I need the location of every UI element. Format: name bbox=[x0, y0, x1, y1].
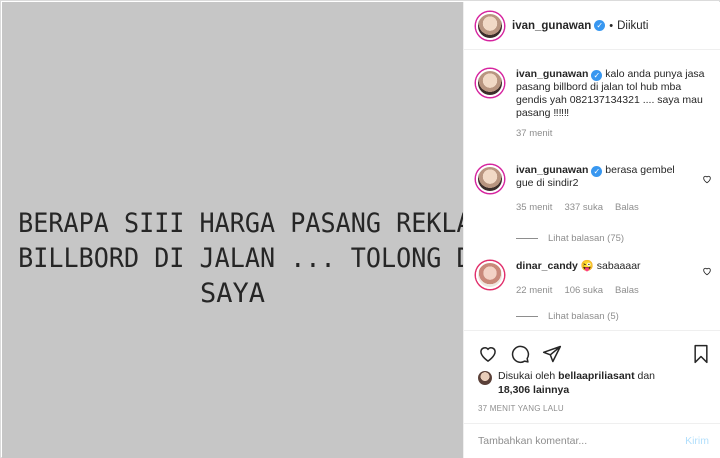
avatar[interactable] bbox=[478, 371, 492, 385]
comment-input-row: Kirim bbox=[464, 424, 720, 458]
comment-item: ivan_gunawan ✓ berasa gembel gue di sindi… bbox=[476, 164, 712, 213]
post-image-text: BERAPA SIII HARGA PASANG REKLAME BILLBOR… bbox=[2, 206, 533, 311]
post-side-panel: ivan_gunawan ✓ • Diikuti ivan_gunawan ✓ k… bbox=[463, 2, 720, 458]
replies-divider bbox=[516, 316, 538, 317]
avatar[interactable] bbox=[476, 165, 504, 193]
view-replies-button[interactable]: Lihat balasan (75) bbox=[516, 233, 624, 244]
view-replies-button[interactable]: Lihat balasan (5) bbox=[516, 311, 619, 322]
liked-by-text: Disukai oleh bellaapriliasant dan 18,306… bbox=[498, 369, 655, 397]
comment-text: ivan_gunawan ✓ berasa gembel gue di sindi… bbox=[516, 164, 692, 190]
reply-button[interactable]: Balas bbox=[615, 202, 639, 213]
post-actions bbox=[478, 342, 710, 366]
reply-button[interactable]: Balas bbox=[615, 285, 639, 296]
view-replies-label: Lihat balasan (5) bbox=[548, 311, 619, 322]
comment-username[interactable]: dinar_candy bbox=[516, 260, 578, 272]
share-icon[interactable] bbox=[542, 344, 562, 364]
image-text-line-1: BERAPA SIII HARGA PASANG REKLAME bbox=[18, 208, 502, 239]
comment-time[interactable]: 22 menit bbox=[516, 285, 552, 296]
liked-by-prefix: Disukai oleh bbox=[498, 370, 556, 382]
avatar[interactable] bbox=[476, 11, 504, 40]
comment-likes[interactable]: 337 suka bbox=[564, 202, 603, 213]
heart-icon[interactable] bbox=[478, 344, 498, 364]
comment-input[interactable] bbox=[478, 435, 686, 447]
separator-dot: • bbox=[609, 19, 614, 32]
post-header: ivan_gunawan ✓ • Diikuti bbox=[464, 2, 720, 50]
comment-like-icon[interactable] bbox=[702, 266, 712, 279]
post-frame: BERAPA SIII HARGA PASANG REKLAME BILLBOR… bbox=[0, 0, 720, 458]
comment-time[interactable]: 35 menit bbox=[516, 202, 552, 213]
comment-likes[interactable]: 106 suka bbox=[564, 285, 603, 296]
bookmark-icon[interactable] bbox=[692, 344, 710, 364]
comment-meta: 22 menit 106 suka Balas bbox=[516, 285, 692, 296]
avatar[interactable] bbox=[476, 69, 504, 97]
divider bbox=[464, 330, 720, 331]
comment-icon[interactable] bbox=[510, 344, 530, 364]
comment-username[interactable]: ivan_gunawan bbox=[516, 68, 588, 80]
caption-comment: ivan_gunawan ✓ kalo anda punya jasa pasan… bbox=[476, 68, 712, 139]
replies-divider bbox=[516, 238, 538, 239]
view-replies-label: Lihat balasan (75) bbox=[548, 233, 625, 244]
post-image[interactable]: BERAPA SIII HARGA PASANG REKLAME BILLBOR… bbox=[2, 2, 533, 458]
verified-icon: ✓ bbox=[591, 166, 603, 177]
comment-body: 😜 sabaaaar bbox=[580, 260, 641, 272]
post-timestamp[interactable]: 37 MENIT YANG LALU bbox=[478, 404, 564, 413]
comment-item: dinar_candy 😜 sabaaaar 22 menit 106 suka… bbox=[476, 260, 712, 296]
liked-by-others[interactable]: 18,306 lainnya bbox=[498, 384, 569, 396]
comment-text: dinar_candy 😜 sabaaaar bbox=[516, 260, 692, 273]
liked-by-user[interactable]: bellaapriliasant bbox=[558, 370, 634, 382]
image-text-line-2: BILLBORD DI JALAN ... TOLONG DM KE bbox=[18, 243, 533, 274]
comment-like-icon[interactable] bbox=[702, 174, 712, 187]
avatar[interactable] bbox=[476, 261, 504, 289]
send-button[interactable]: Kirim bbox=[685, 435, 709, 447]
verified-icon: ✓ bbox=[594, 20, 606, 31]
comment-meta: 35 menit 337 suka Balas bbox=[516, 202, 692, 213]
header-username[interactable]: ivan_gunawan bbox=[512, 20, 591, 32]
liked-by-conj: dan bbox=[637, 370, 656, 382]
liked-by: Disukai oleh bellaapriliasant dan 18,306… bbox=[478, 369, 710, 397]
comment-text: ivan_gunawan ✓ kalo anda punya jasa pasan… bbox=[516, 68, 712, 120]
verified-icon: ✓ bbox=[591, 70, 603, 81]
comment-username[interactable]: ivan_gunawan bbox=[516, 164, 588, 176]
image-text-line-3: SAYA bbox=[199, 278, 266, 309]
comment-meta: 37 menit bbox=[516, 128, 712, 139]
follow-status-button[interactable]: Diikuti bbox=[617, 20, 648, 32]
comment-time[interactable]: 37 menit bbox=[516, 128, 552, 139]
